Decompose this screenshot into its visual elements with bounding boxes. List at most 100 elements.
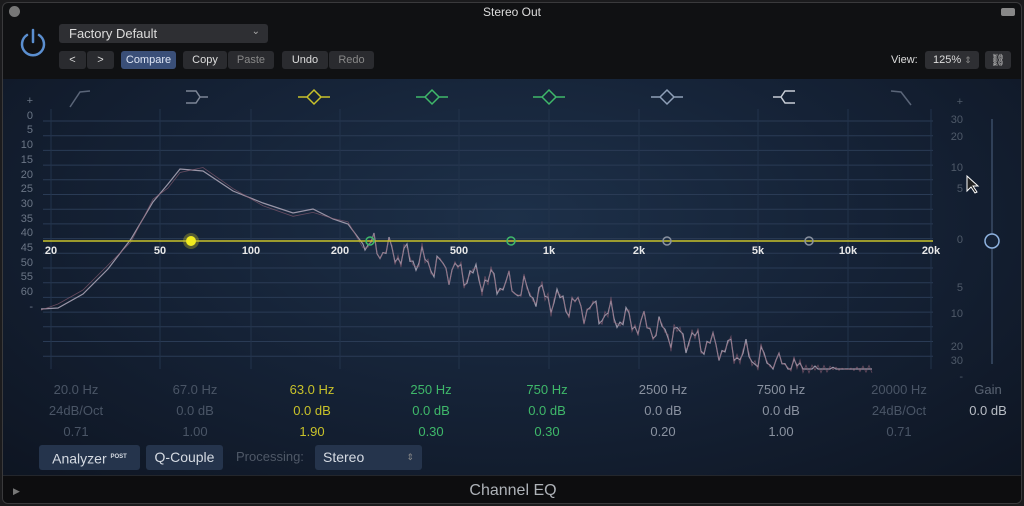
right-scale-label: 0 [956, 234, 963, 246]
left-scale-label: 25 [20, 183, 33, 196]
band-freq[interactable]: 20.0 Hz [21, 379, 131, 400]
preset-dropdown[interactable]: Factory Default ⌄ [59, 24, 268, 43]
gain-slider-handle[interactable] [984, 233, 1000, 249]
paste-button[interactable]: Paste [228, 51, 274, 69]
q-couple-button[interactable]: Q-Couple [146, 445, 223, 470]
frequency-label: 5k [752, 245, 765, 257]
left-scale-label: 10 [20, 139, 33, 152]
band-gain[interactable]: 0.0 dB [726, 400, 836, 421]
footer: ▶ Channel EQ [3, 475, 1021, 503]
frequency-label: 20k [922, 245, 941, 257]
band-gain[interactable]: 0.0 dB [257, 400, 367, 421]
left-scale-label: 5 [26, 124, 33, 137]
band-freq[interactable]: 250 Hz [376, 379, 486, 400]
close-button[interactable] [9, 6, 20, 17]
band-q[interactable]: 1.00 [140, 421, 250, 442]
left-scale-label: + [26, 95, 33, 107]
band-q[interactable]: 1.00 [726, 421, 836, 442]
band-1-values: 20.0 Hz 24dB/Oct 0.71 [21, 379, 131, 442]
view-zoom-select[interactable]: 125% ⇕ [925, 51, 979, 69]
right-scale-label: 20 [950, 341, 963, 353]
band-q[interactable]: 0.71 [21, 421, 131, 442]
band-freq[interactable]: 67.0 Hz [140, 379, 250, 400]
band-7-values: 7500 Hz 0.0 dB 1.00 [726, 379, 836, 442]
band-freq[interactable]: 7500 Hz [726, 379, 836, 400]
processing-value: Stereo [323, 449, 365, 465]
right-scale-label: 30 [950, 355, 963, 367]
frequency-label: 50 [154, 245, 166, 257]
right-scale-label: 5 [956, 183, 963, 195]
left-scale-label: 15 [20, 153, 33, 166]
right-scale-label: 5 [956, 282, 963, 294]
right-scale-label: 20 [950, 131, 963, 143]
band-3-node[interactable] [186, 236, 196, 246]
link-button[interactable]: ⛓ [985, 51, 1011, 69]
mouse-cursor-icon [966, 174, 980, 194]
left-scale-label: 55 [20, 271, 33, 284]
view-zoom-value: 125% [933, 54, 962, 66]
band-q[interactable]: 1.90 [257, 421, 367, 442]
left-scale-label: 30 [20, 197, 33, 210]
gain-value[interactable]: 0.0 dB [933, 400, 1021, 421]
undo-button[interactable]: Undo [282, 51, 328, 69]
band-6-bell-icon[interactable] [651, 88, 683, 106]
band-q[interactable]: 0.20 [608, 421, 718, 442]
right-scale-label: + [956, 96, 963, 108]
processing-select[interactable]: Stereo ⇕ [315, 445, 422, 470]
band-5-values: 750 Hz 0.0 dB 0.30 [492, 379, 602, 442]
band-q[interactable]: 0.30 [492, 421, 602, 442]
frequency-label: 1k [543, 245, 556, 257]
band-gain[interactable]: 0.0 dB [492, 400, 602, 421]
gain-label: Gain [974, 382, 1002, 397]
band-3-bell-icon[interactable] [298, 88, 330, 106]
band-freq[interactable]: 2500 Hz [608, 379, 718, 400]
stepper-icon: ⇕ [406, 452, 414, 462]
eq-graph[interactable]: 20 50 10 0 200 50 0 1k 2k 5k 10k 20k [3, 79, 1022, 379]
prev-preset-button[interactable]: < [59, 51, 86, 69]
chevron-down-icon: ⌄ [251, 26, 260, 37]
right-scale-label: 10 [950, 162, 963, 174]
window-tab-icon[interactable] [1001, 8, 1015, 16]
preset-name: Factory Default [69, 26, 158, 41]
frequency-label: 200 [331, 245, 349, 257]
left-scale-label: 0 [26, 109, 33, 122]
link-icon: ⛓ [990, 53, 1006, 67]
left-scale-label: 20 [20, 168, 33, 181]
band-3-values: 63.0 Hz 0.0 dB 1.90 [257, 379, 367, 442]
band-5-bell-icon[interactable] [533, 88, 565, 106]
redo-button[interactable]: Redo [329, 51, 374, 69]
band-8-high-cut-icon[interactable] [890, 90, 912, 106]
next-preset-button[interactable]: > [87, 51, 114, 69]
compare-button[interactable]: Compare [121, 51, 176, 69]
processing-label: Processing: [236, 449, 304, 464]
band-q[interactable]: 0.71 [844, 421, 954, 442]
frequency-label: 20 [45, 245, 57, 257]
frequency-label: 10k [839, 245, 858, 257]
right-scale-label: 10 [950, 308, 963, 320]
band-q[interactable]: 0.30 [376, 421, 486, 442]
band-gain[interactable]: 0.0 dB [608, 400, 718, 421]
left-scale-label: 45 [20, 242, 33, 254]
band-gain[interactable]: 24dB/Oct [21, 400, 131, 421]
band-7-high-shelf-icon[interactable] [773, 90, 795, 104]
left-scale-label: 60 [20, 286, 33, 299]
analyzer-button[interactable]: Analyzer POST [39, 445, 140, 470]
analyzer-spectrum-peak [40, 167, 873, 375]
copy-button[interactable]: Copy [183, 51, 227, 69]
plugin-window: Stereo Out Factory Default ⌄ < > Compare … [2, 2, 1022, 504]
power-icon[interactable] [17, 27, 49, 59]
band-freq[interactable]: 750 Hz [492, 379, 602, 400]
stepper-icon: ⇕ [964, 55, 972, 65]
band-gain[interactable]: 0.0 dB [140, 400, 250, 421]
left-scale-label: 50 [20, 256, 33, 269]
band-6-values: 2500 Hz 0.0 dB 0.20 [608, 379, 718, 442]
band-4-bell-icon[interactable] [416, 88, 448, 106]
band-2-low-shelf-icon[interactable] [186, 90, 208, 104]
band-freq[interactable]: 63.0 Hz [257, 379, 367, 400]
band-gain[interactable]: 0.0 dB [376, 400, 486, 421]
gain-column: Gain 0.0 dB [933, 379, 1021, 421]
band-1-low-cut-icon[interactable] [69, 90, 91, 108]
analyzer-spectrum [40, 168, 872, 371]
frequency-label: 2k [633, 245, 646, 257]
eq-display[interactable]: 20 50 100 200 500 1k 2k 5k 10k 20k +0 5 10 15 20 25 30 3… [3, 79, 1022, 475]
